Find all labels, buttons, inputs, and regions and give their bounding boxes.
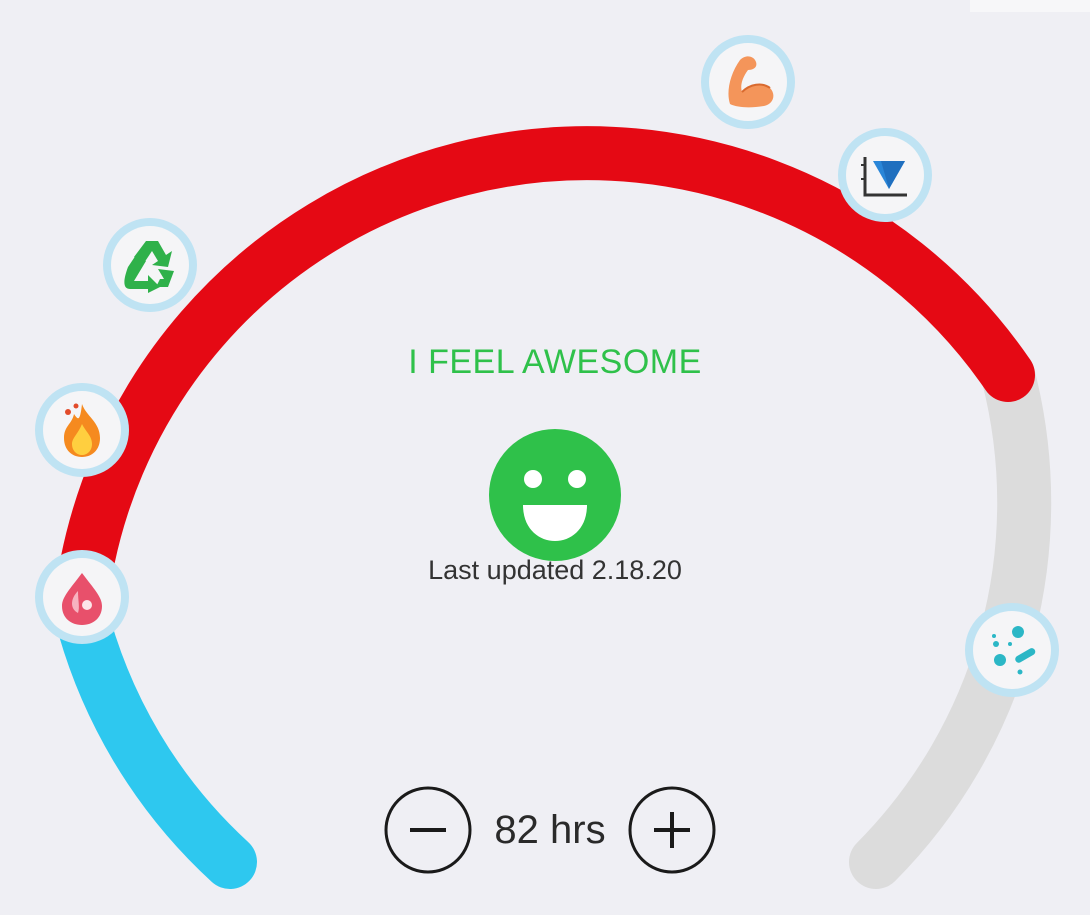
decrement-hours-button[interactable] bbox=[383, 785, 473, 875]
hours-value: 82 hrs bbox=[494, 808, 606, 852]
milestone-fat-burning[interactable] bbox=[35, 383, 129, 477]
increment-hours-button[interactable] bbox=[627, 785, 717, 875]
milestone-insulin[interactable] bbox=[838, 128, 932, 222]
milestone-recycle[interactable] bbox=[103, 218, 197, 312]
fasting-dial-panel: I FEEL AWESOME Last updated 2.18.20 82 h… bbox=[0, 0, 1090, 915]
plus-circle-icon bbox=[628, 786, 716, 874]
milestone-bacteria[interactable] bbox=[965, 603, 1059, 697]
milestone-blood-sugar[interactable] bbox=[35, 550, 129, 644]
status-heading: I FEEL AWESOME bbox=[408, 343, 702, 381]
last-updated-label: Last updated 2.18.20 bbox=[428, 555, 682, 585]
milestone-muscle[interactable] bbox=[701, 35, 795, 129]
minus-circle-icon bbox=[384, 786, 472, 874]
mood-summary: I FEEL AWESOME Last updated 2.18.20 bbox=[345, 343, 765, 584]
hours-stepper: 82 hrs bbox=[383, 785, 727, 875]
smiley-face-icon bbox=[489, 429, 621, 561]
dial-early-segment bbox=[53, 583, 257, 889]
